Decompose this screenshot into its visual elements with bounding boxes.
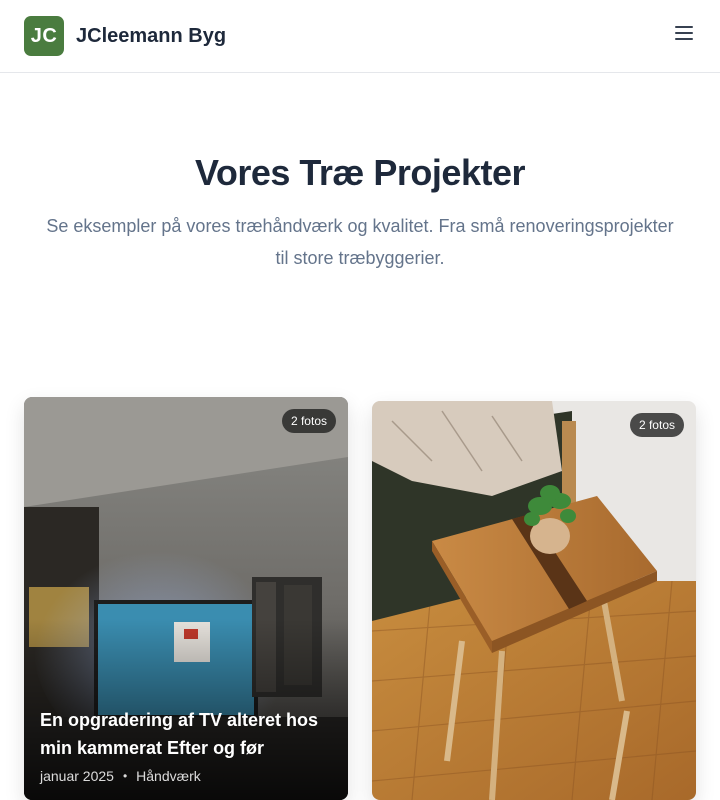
photo-count-badge: 2 fotos [629, 413, 684, 437]
logo-badge[interactable]: JC [24, 16, 64, 56]
project-card[interactable]: 2 fotos En opgradering af TV alteret hos… [24, 397, 348, 800]
page-subtitle: Se eksempler på vores træhåndværk og kva… [20, 210, 700, 274]
card-category: Håndværk [136, 768, 201, 784]
hamburger-menu-icon[interactable] [672, 22, 696, 44]
site-header: JC JCleemann Byg [0, 0, 720, 73]
brand-name[interactable]: JCleemann Byg [76, 24, 226, 48]
card-caption: En opgradering af TV alteret hos min kam… [40, 706, 332, 784]
card-title[interactable]: En opgradering af TV alteret hos min kam… [40, 706, 332, 762]
subtitle-line-2: til store træbyggerier. [275, 248, 445, 268]
card-date: januar 2025 [40, 768, 114, 784]
project-photo-table [372, 401, 696, 800]
subtitle-line-1: Se eksempler på vores træhåndværk og kva… [46, 216, 674, 236]
meta-separator: • [122, 769, 128, 783]
photo-count-badge: 2 fotos [281, 409, 336, 433]
project-card[interactable]: 2 fotos [372, 401, 696, 800]
page-title: Vores Træ Projekter [195, 152, 526, 193]
card-meta: januar 2025 • Håndværk [40, 768, 332, 784]
